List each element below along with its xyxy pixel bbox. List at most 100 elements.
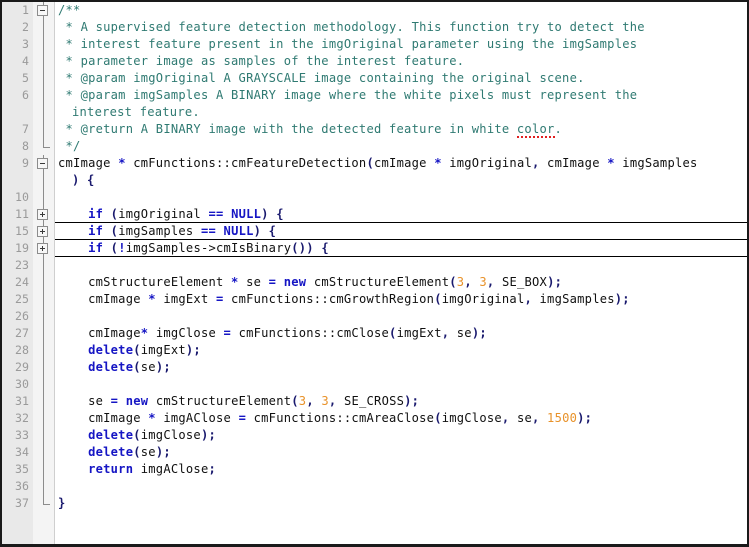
code-line[interactable]: 11 if (imgOriginal == NULL) {: [2, 206, 747, 223]
code-line[interactable]: 37}: [2, 495, 747, 512]
code-token: imgOriginal: [441, 292, 525, 306]
code-line[interactable]: 15 if (imgSamples == NULL) {: [2, 223, 747, 240]
code-text[interactable]: */: [58, 138, 747, 155]
code-token: );: [547, 275, 563, 289]
code-line[interactable]: ) {: [2, 172, 747, 189]
code-line[interactable]: 35 return imgAClose;: [2, 461, 747, 478]
code-line[interactable]: 4 * parameter image as samples of the in…: [2, 53, 747, 70]
code-line[interactable]: 34 delete(se);: [2, 444, 747, 461]
code-text[interactable]: interest feature.: [72, 104, 747, 121]
code-text[interactable]: /**: [58, 2, 747, 19]
line-number: 6: [22, 88, 29, 102]
code-text[interactable]: }: [58, 495, 747, 512]
code-text[interactable]: cmImage * imgAClose = cmFunctions::cmAre…: [58, 410, 747, 427]
code-text[interactable]: cmImage * imgExt = cmFunctions::cmGrowth…: [58, 291, 747, 308]
code-line[interactable]: 2 * A supervised feature detection metho…: [2, 19, 747, 36]
code-line[interactable]: 33 delete(imgClose);: [2, 427, 747, 444]
code-text[interactable]: * A supervised feature detection methodo…: [58, 19, 747, 36]
code-text[interactable]: if (imgSamples == NULL) {: [58, 223, 747, 240]
code-token: imgOriginal: [118, 207, 209, 221]
code-token: cmImage: [58, 326, 141, 340]
code-token: imgExt: [396, 326, 442, 340]
code-text[interactable]: * @return A BINARY image with the detect…: [58, 121, 747, 138]
expand-box[interactable]: [37, 243, 48, 254]
code-token: imgAClose: [155, 411, 239, 425]
fold-expand-icon[interactable]: [33, 240, 55, 257]
code-token: if: [88, 241, 104, 255]
code-token: );: [471, 326, 487, 340]
fold-collapse-icon[interactable]: [33, 155, 55, 172]
code-line[interactable]: 24 cmStructureElement * se = new cmStruc…: [2, 274, 747, 291]
fold-expand-icon[interactable]: [33, 223, 55, 240]
code-line[interactable]: 36: [2, 478, 747, 495]
fold-expand-icon[interactable]: [33, 206, 55, 223]
code-line[interactable]: 31 se = new cmStructureElement(3, 3, SE_…: [2, 393, 747, 410]
code-token: se: [456, 326, 472, 340]
collapse-box[interactable]: [37, 5, 48, 16]
code-line[interactable]: 27 cmImage* imgClose = cmFunctions::cmCl…: [2, 325, 747, 342]
code-line[interactable]: 28 delete(imgExt);: [2, 342, 747, 359]
code-token: imgSamples->cmIsBinary: [125, 241, 292, 255]
code-token: ,: [441, 326, 457, 340]
fold-guide-line: [33, 308, 55, 325]
line-number: 3: [22, 37, 29, 51]
code-text[interactable]: if (imgOriginal == NULL) {: [58, 206, 747, 223]
code-lines-container: 1 /** 2 * A supervised feature detection m…: [2, 2, 747, 512]
code-text[interactable]: * parameter image as samples of the inte…: [58, 53, 747, 70]
fold-guide-line: [33, 104, 55, 121]
code-token: ,: [501, 411, 517, 425]
code-editor[interactable]: 1 /** 2 * A supervised feature detection m…: [0, 0, 749, 547]
code-token: ;: [208, 462, 216, 476]
code-text[interactable]: se = new cmStructureElement(3, 3, SE_CRO…: [58, 393, 747, 410]
code-line[interactable]: 32 cmImage * imgAClose = cmFunctions::cm…: [2, 410, 747, 427]
code-text[interactable]: return imgAClose;: [58, 461, 747, 478]
code-text[interactable]: cmImage* imgClose = cmFunctions::cmClose…: [58, 325, 747, 342]
code-text[interactable]: * interest feature present in the imgOri…: [58, 36, 747, 53]
code-line[interactable]: 26: [2, 308, 747, 325]
code-text[interactable]: * @param imgSamples A BINARY image where…: [58, 87, 747, 104]
line-number: 1: [22, 3, 29, 17]
collapse-box[interactable]: [37, 158, 48, 169]
code-text[interactable]: delete(imgExt);: [58, 342, 747, 359]
code-line[interactable]: 19 if (!imgSamples->cmIsBinary()) {: [2, 240, 747, 257]
code-line[interactable]: 25 cmImage * imgExt = cmFunctions::cmGro…: [2, 291, 747, 308]
code-text[interactable]: cmStructureElement * se = new cmStructur…: [58, 274, 747, 291]
code-line[interactable]: 1 /**: [2, 2, 747, 19]
fold-guide-line: [33, 70, 55, 87]
code-text[interactable]: ) {: [72, 172, 747, 189]
fold-guide-line: [33, 461, 55, 478]
code-line[interactable]: interest feature.: [2, 104, 747, 121]
code-line[interactable]: 10: [2, 189, 747, 206]
fold-guide-line: [33, 172, 55, 189]
code-text[interactable]: delete(se);: [58, 444, 747, 461]
code-line[interactable]: 8 */: [2, 138, 747, 155]
code-line[interactable]: 29 delete(se);: [2, 359, 747, 376]
expand-box[interactable]: [37, 209, 48, 220]
code-line[interactable]: 23: [2, 257, 747, 274]
code-text[interactable]: delete(imgClose);: [58, 427, 747, 444]
code-token: ) {: [253, 224, 277, 238]
code-text[interactable]: * @param imgOriginal A GRAYSCALE image c…: [58, 70, 747, 87]
code-text[interactable]: if (!imgSamples->cmIsBinary()) {: [58, 240, 747, 257]
code-token: se: [238, 275, 269, 289]
code-line[interactable]: 3 * interest feature present in the imgO…: [2, 36, 747, 53]
code-line[interactable]: 9 cmImage * cmFunctions::cmFeatureDetecti…: [2, 155, 747, 172]
code-line[interactable]: 6 * @param imgSamples A BINARY image whe…: [2, 87, 747, 104]
line-number: 34: [15, 445, 29, 459]
line-number: 27: [15, 326, 29, 340]
fold-guide-line: [33, 274, 55, 291]
code-text[interactable]: delete(se);: [58, 359, 747, 376]
code-line[interactable]: 7 * @return A BINARY image with the dete…: [2, 121, 747, 138]
code-token: cmFunctions::cmGrowthRegion: [223, 292, 435, 306]
code-line[interactable]: 5 * @param imgOriginal A GRAYSCALE image…: [2, 70, 747, 87]
code-token: new: [125, 394, 149, 408]
fold-collapse-icon[interactable]: [33, 2, 55, 19]
expand-box[interactable]: [37, 226, 48, 237]
code-line[interactable]: 30: [2, 376, 747, 393]
code-token: *: [148, 292, 156, 306]
code-token: *: [231, 275, 239, 289]
line-number: 36: [15, 479, 29, 493]
code-text[interactable]: cmImage * cmFunctions::cmFeatureDetectio…: [58, 155, 747, 172]
